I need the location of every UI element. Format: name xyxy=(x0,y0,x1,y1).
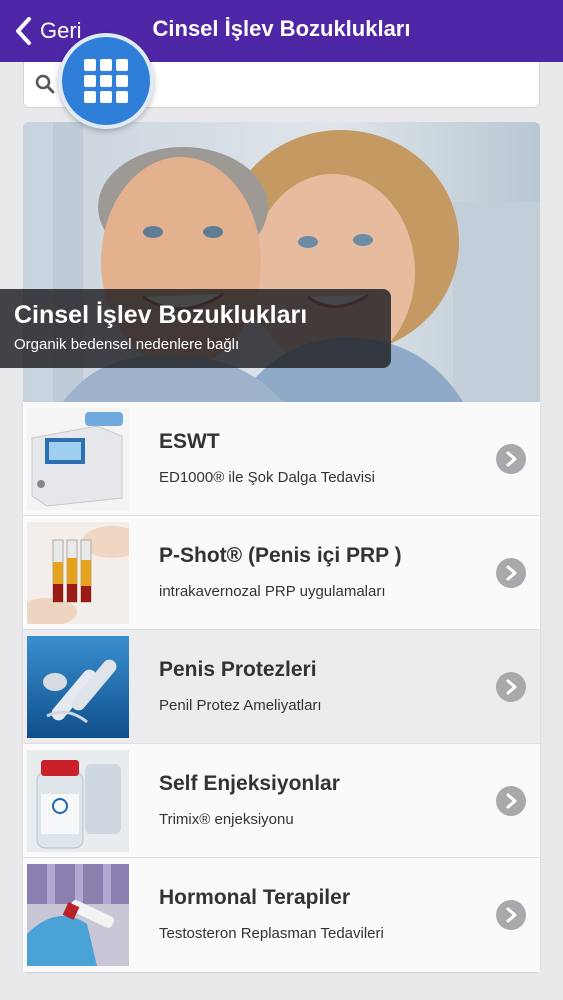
list-item-subtitle: Penil Protez Ameliyatları xyxy=(159,697,322,714)
chevron-right-icon xyxy=(496,558,526,588)
hero-subtitle: Organik bedensel nedenlere bağlı xyxy=(14,336,240,353)
prosthesis-image xyxy=(27,636,129,738)
grid-menu-icon xyxy=(84,59,128,103)
list-item-title: Hormonal Terapiler xyxy=(159,886,350,909)
list-item-subtitle: Testosteron Replasman Tedavileri xyxy=(159,925,384,942)
chevron-right-icon xyxy=(496,900,526,930)
hero-caption: Cinsel İşlev Bozuklukları Organik bedens… xyxy=(0,289,391,368)
hero-title: Cinsel İşlev Bozuklukları xyxy=(14,301,308,329)
testosterone-tube-image xyxy=(27,864,129,966)
list-item-subtitle: Trimix® enjeksiyonu xyxy=(159,811,294,828)
list-item-subtitle: intrakavernozal PRP uygulamaları xyxy=(159,583,386,600)
eswt-device-image xyxy=(27,408,129,510)
search-icon xyxy=(35,74,55,94)
list-item-hormonal-terapiler[interactable]: Hormonal Terapiler Testosteron Replasman… xyxy=(23,858,540,972)
treatment-list: ESWT ED1000® ile Şok Dalga Tedavisi P-Sh… xyxy=(23,402,540,972)
chevron-right-icon xyxy=(496,444,526,474)
list-item-self-enjeksiyonlar[interactable]: Self Enjeksiyonlar Trimix® enjeksiyonu xyxy=(23,744,540,858)
list-item-title: Penis Protezleri xyxy=(159,658,317,681)
trimix-vials-image xyxy=(27,750,129,852)
list-item-title: P-Shot® (Penis içi PRP ) xyxy=(159,544,402,567)
chevron-right-icon xyxy=(496,786,526,816)
prp-tubes-image xyxy=(27,522,129,624)
list-item-title: ESWT xyxy=(159,430,220,453)
grid-menu-button[interactable] xyxy=(58,33,154,129)
list-item-eswt[interactable]: ESWT ED1000® ile Şok Dalga Tedavisi xyxy=(23,402,540,516)
list-item-p-shot[interactable]: P-Shot® (Penis içi PRP ) intrakavernozal… xyxy=(23,516,540,630)
chevron-right-icon xyxy=(496,672,526,702)
list-item-title: Self Enjeksiyonlar xyxy=(159,772,340,795)
list-item-subtitle: ED1000® ile Şok Dalga Tedavisi xyxy=(159,469,375,486)
list-item-penis-protezleri[interactable]: Penis Protezleri Penil Protez Ameliyatla… xyxy=(23,630,540,744)
